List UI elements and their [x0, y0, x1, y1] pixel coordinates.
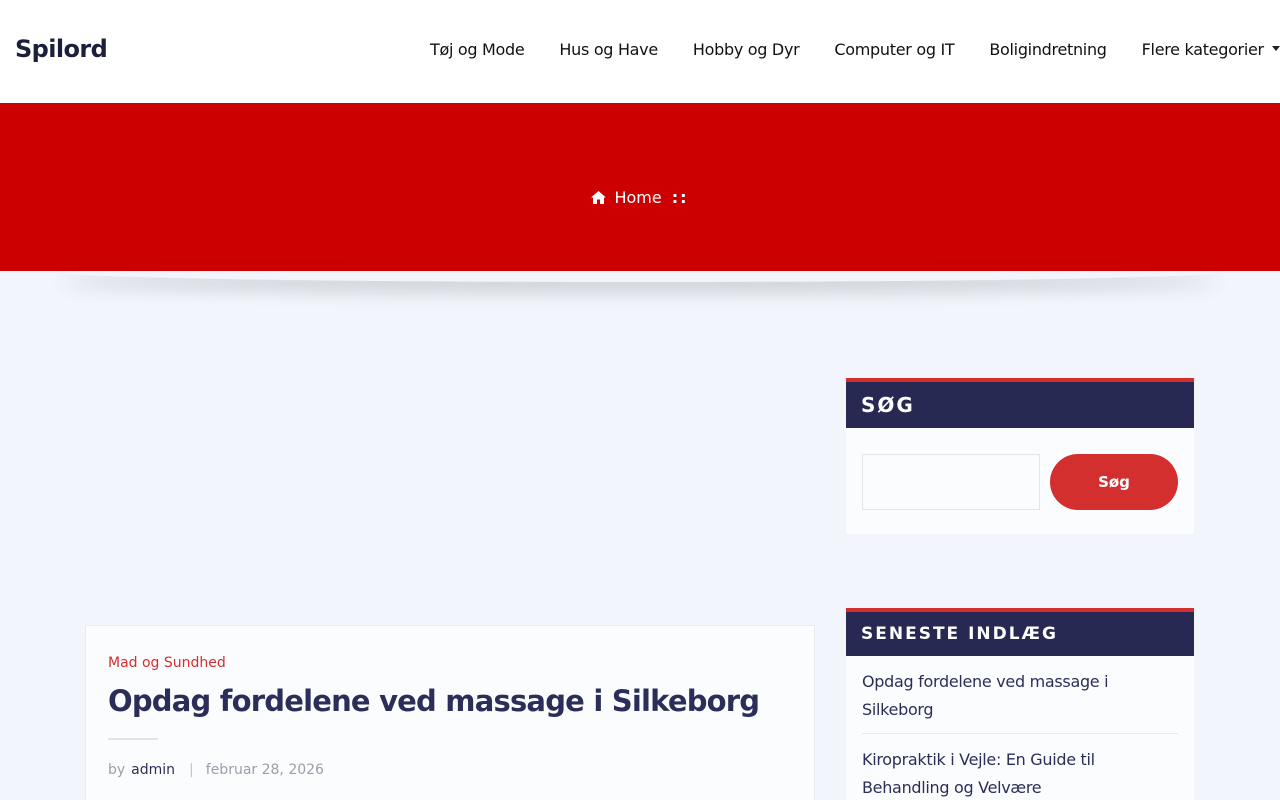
recent-posts-widget: SENESTE INDLÆG Opdag fordelene ved massa… [846, 608, 1194, 800]
recent-posts-heading: SENESTE INDLÆG [846, 608, 1194, 656]
post-meta: by admin | februar 28, 2026 [108, 762, 324, 778]
home-icon [591, 189, 607, 208]
post-title[interactable]: Opdag fordelene ved massage i Silkeborg [108, 684, 798, 718]
breadcrumb: Home:: [0, 188, 1280, 208]
nav-item-hus-og-have[interactable]: Hus og Have [559, 40, 658, 59]
search-widget-heading: SØG [846, 378, 1194, 428]
breadcrumb-home-link[interactable]: Home [614, 188, 661, 207]
caret-down-icon [1271, 46, 1280, 51]
nav-item-more-categories[interactable]: Flere kategorier [1142, 40, 1280, 59]
main-nav: Tøj og Mode Hus og Have Hobby og Dyr Com… [430, 40, 1280, 59]
meta-divider: | [189, 762, 194, 778]
nav-item-toj-og-mode[interactable]: Tøj og Mode [430, 40, 525, 59]
nav-item-hobby-og-dyr[interactable]: Hobby og Dyr [693, 40, 800, 59]
breadcrumb-banner: Home:: [0, 103, 1280, 271]
post-card: Mad og Sundhed Opdag fordelene ved massa… [85, 625, 815, 800]
nav-item-boligindretning[interactable]: Boligindretning [989, 40, 1107, 59]
recent-post-link[interactable]: Opdag fordelene ved massage i Silkeborg [862, 656, 1178, 734]
site-header: Spilord Tøj og Mode Hus og Have Hobby og… [0, 0, 1280, 103]
banner-shadow [60, 262, 1220, 282]
title-divider [108, 738, 158, 740]
nav-more-label: Flere kategorier [1141, 40, 1264, 59]
post-category-link[interactable]: Mad og Sundhed [108, 655, 226, 671]
breadcrumb-separator: :: [671, 188, 689, 207]
recent-posts-list: Opdag fordelene ved massage i Silkeborg … [846, 656, 1194, 800]
nav-item-computer-og-it[interactable]: Computer og IT [834, 40, 954, 59]
by-label: by [108, 762, 126, 778]
site-logo[interactable]: Spilord [15, 35, 108, 63]
recent-post-link[interactable]: Kiropraktik i Vejle: En Guide til Behand… [862, 734, 1178, 800]
search-button[interactable]: Søg [1050, 454, 1178, 510]
post-date: februar 28, 2026 [205, 762, 324, 778]
search-input[interactable] [862, 454, 1040, 510]
post-author-link[interactable]: admin [131, 762, 175, 778]
search-widget: SØG Søg [846, 378, 1194, 534]
